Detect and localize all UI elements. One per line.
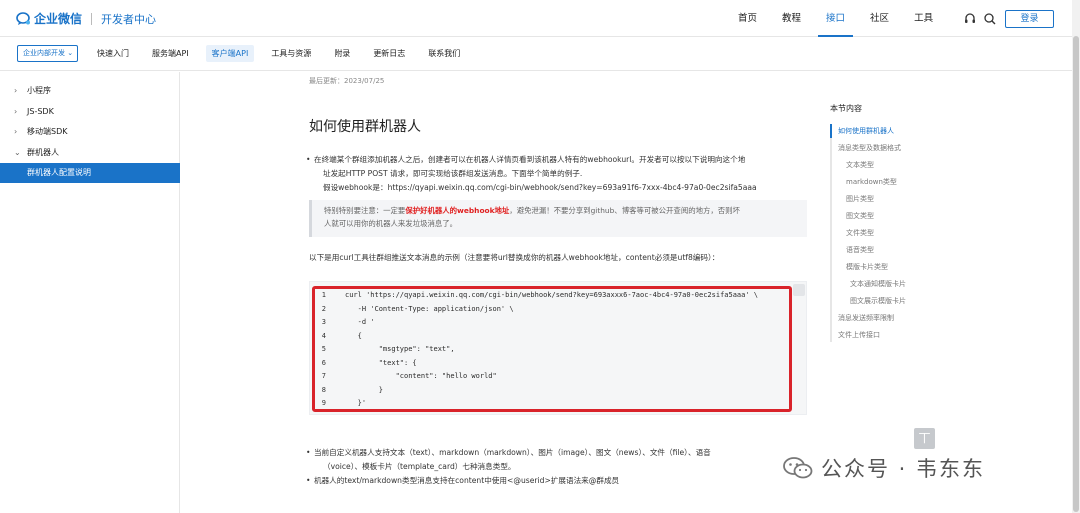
nav-community[interactable]: 社区 bbox=[862, 0, 897, 37]
sidebar-item-miniprogram[interactable]: › 小程序 bbox=[0, 81, 180, 101]
table-of-contents: 如何使用群机器人 消息类型及数据格式 文本类型 markdown类型 图片类型 … bbox=[830, 124, 920, 342]
toc-item[interactable]: 文件类型 bbox=[846, 228, 874, 238]
subnav-quickstart[interactable]: 快速入门 bbox=[91, 45, 135, 62]
line-number: 2 bbox=[321, 305, 326, 313]
chevron-right-icon: › bbox=[14, 86, 18, 95]
mention-syntax-text: 机器人的text/markdown类型消息支持在content中使用<@user… bbox=[306, 474, 619, 487]
header-icons bbox=[963, 12, 1003, 26]
subnav-tools-resources[interactable]: 工具与资源 bbox=[265, 45, 317, 62]
sidebar-item-group-robot[interactable]: ⌄ 群机器人 bbox=[0, 143, 180, 163]
code-text: "msgtype": "text", bbox=[345, 345, 455, 353]
headset-icon[interactable] bbox=[963, 12, 977, 26]
toc-item[interactable]: 消息发送频率限制 bbox=[838, 313, 894, 323]
note-line1: 特别特别要注意：一定要保护好机器人的webhook地址，避免泄漏！不要分享到gi… bbox=[324, 204, 795, 217]
wecom-logo-icon bbox=[16, 11, 31, 26]
section-name: 开发者中心 bbox=[101, 12, 157, 26]
message-types-text-line2: （voice）、模板卡片（template_card）七种消息类型。 bbox=[323, 462, 516, 471]
nav-tools[interactable]: 工具 bbox=[906, 0, 941, 37]
toc-item[interactable]: 文本通知模版卡片 bbox=[850, 279, 906, 289]
note-emphasis: 保护好机器人的webhook地址 bbox=[405, 206, 510, 215]
nav-api[interactable]: 接口 bbox=[818, 0, 854, 37]
toc-active-indicator bbox=[830, 124, 832, 138]
wechat-icon bbox=[783, 457, 813, 479]
sidebar-item-robot-config[interactable]: 群机器人配置说明 bbox=[0, 163, 180, 183]
line-number: 3 bbox=[321, 318, 326, 326]
sidebar-item-label: 群机器人配置说明 bbox=[27, 168, 91, 177]
subnav-server-api[interactable]: 服务端API bbox=[146, 45, 195, 62]
line-number: 6 bbox=[321, 359, 326, 367]
toc-item[interactable]: 文本类型 bbox=[846, 160, 874, 170]
logo[interactable]: 企业微信 开发者中心 bbox=[16, 10, 156, 27]
toc-item[interactable]: 模版卡片类型 bbox=[846, 262, 888, 272]
toc-item[interactable]: 如何使用群机器人 bbox=[838, 126, 894, 136]
message-types-text-line1: 当前自定义机器人支持文本（text）、markdown（markdown）、图片… bbox=[306, 446, 711, 459]
sidebar-item-label: 小程序 bbox=[27, 86, 51, 95]
code-text: -d ' bbox=[345, 318, 375, 326]
search-icon[interactable] bbox=[983, 12, 997, 26]
sidebar-item-jssdk[interactable]: › JS-SDK bbox=[0, 102, 180, 122]
note-text: ，避免泄漏！不要分享到github、博客等可被公开查阅的地方，否则坏 bbox=[509, 206, 740, 215]
top-header: 企业微信 开发者中心 首页 教程 接口 社区 工具 登录 bbox=[0, 0, 1080, 37]
toc-item[interactable]: 消息类型及数据格式 bbox=[838, 143, 901, 153]
chevron-right-icon: › bbox=[14, 107, 18, 116]
copy-icon[interactable] bbox=[793, 284, 805, 296]
code-text: curl 'https://qyapi.weixin.qq.com/cgi-bi… bbox=[345, 291, 759, 299]
line-number: 1 bbox=[321, 291, 326, 299]
sidebar-item-label: 移动端SDK bbox=[27, 127, 68, 136]
scrollbar-thumb[interactable] bbox=[1073, 36, 1079, 512]
page-scrollbar[interactable] bbox=[1072, 0, 1080, 513]
sidebar: › 小程序 › JS-SDK › 移动端SDK ⌄ 群机器人 群机器人配置说明 bbox=[0, 72, 180, 513]
line-number: 4 bbox=[321, 332, 326, 340]
sidebar-item-label: 群机器人 bbox=[27, 148, 59, 157]
line-number: 5 bbox=[321, 345, 326, 353]
top-nav: 首页 教程 接口 社区 工具 bbox=[730, 0, 950, 37]
code-text: { bbox=[345, 332, 362, 340]
intro-text-line1: 在终端某个群组添加机器人之后，创建者可以在机器人详情页看到该机器人特有的webh… bbox=[306, 153, 745, 166]
code-text: }' bbox=[345, 399, 367, 407]
last-updated: 最后更新：2023/07/25 bbox=[309, 77, 385, 85]
chevron-right-icon: › bbox=[14, 127, 18, 136]
toc-title: 本节内容 bbox=[830, 104, 862, 113]
code-block: 1 curl 'https://qyapi.weixin.qq.com/cgi-b… bbox=[309, 281, 807, 415]
logo-divider bbox=[91, 12, 93, 25]
subnav-changelog[interactable]: 更新日志 bbox=[367, 45, 411, 62]
warning-note: 特别特别要注意：一定要保护好机器人的webhook地址，避免泄漏！不要分享到gi… bbox=[309, 200, 807, 237]
subnav-contact[interactable]: 联系我们 bbox=[422, 45, 466, 62]
code-text: "text": { bbox=[345, 359, 417, 367]
login-button[interactable]: 登录 bbox=[1005, 10, 1054, 28]
intro-text-line2: 址发起HTTP POST 请求，即可实现给该群组发送消息。下面举个简单的例子. bbox=[323, 169, 583, 178]
intro-text-line3: 假设webhook是：https://qyapi.weixin.qq.com/c… bbox=[323, 183, 757, 192]
brand-name: 企业微信 bbox=[34, 12, 83, 26]
line-number: 7 bbox=[321, 372, 326, 380]
note-line2: 人就可以用你的机器人来发垃圾消息了。 bbox=[324, 219, 458, 228]
back-to-top-button[interactable]: 丅 bbox=[914, 428, 935, 449]
sidebar-item-label: JS-SDK bbox=[27, 107, 54, 116]
sub-nav: 快速入门 服务端API 客户端API 工具与资源 附录 更新日志 联系我们 bbox=[91, 45, 477, 62]
page-title: 如何使用群机器人 bbox=[309, 119, 421, 135]
toc-item[interactable]: 文件上传接口 bbox=[838, 330, 880, 340]
sub-nav-bar: 企业内部开发 ⌄ 快速入门 服务端API 客户端API 工具与资源 附录 更新日… bbox=[0, 37, 1072, 71]
watermark: 公众号 · 韦东东 bbox=[783, 453, 985, 483]
sidebar-item-mobile-sdk[interactable]: › 移动端SDK bbox=[0, 122, 180, 142]
line-number: 9 bbox=[321, 399, 326, 407]
toc-item[interactable]: 图文类型 bbox=[846, 211, 874, 221]
curl-example-intro: 以下是用curl工具往群组推送文本消息的示例（注意要将url替换成你的机器人we… bbox=[309, 253, 720, 262]
toc-item[interactable]: 图片类型 bbox=[846, 194, 874, 204]
toc-item[interactable]: 图文展示模版卡片 bbox=[850, 296, 906, 306]
subnav-appendix[interactable]: 附录 bbox=[328, 45, 356, 62]
nav-home[interactable]: 首页 bbox=[730, 0, 765, 37]
note-text: 特别特别要注意：一定要 bbox=[324, 206, 406, 215]
code-text: "content": "hello world" bbox=[345, 372, 497, 380]
nav-tutorial[interactable]: 教程 bbox=[774, 0, 809, 37]
line-number: 8 bbox=[321, 386, 326, 394]
subnav-client-api[interactable]: 客户端API bbox=[205, 45, 255, 62]
toc-item[interactable]: 语音类型 bbox=[846, 245, 874, 255]
code-text: } bbox=[345, 386, 383, 394]
code-text: -H 'Content-Type: application/json' \ bbox=[345, 305, 514, 313]
toc-item[interactable]: markdown类型 bbox=[846, 177, 897, 187]
dev-type-dropdown[interactable]: 企业内部开发 ⌄ bbox=[17, 45, 78, 62]
chevron-down-icon: ⌄ bbox=[14, 148, 21, 157]
watermark-text: 公众号 · 韦东东 bbox=[821, 457, 986, 481]
